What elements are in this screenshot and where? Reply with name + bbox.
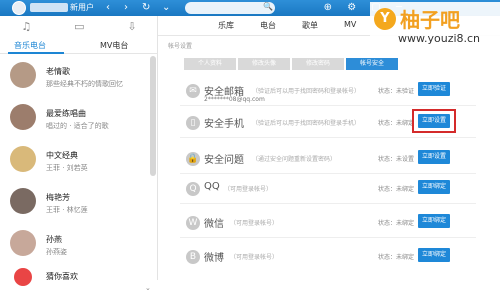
search-icon[interactable]: 🔍 — [263, 2, 273, 11]
list-item-subtitle: 王菲 · 林忆莲 — [46, 206, 88, 214]
nav-playlist[interactable]: 歌单 — [302, 20, 318, 31]
wechat-icon: W — [186, 216, 200, 230]
status-text: 状态：未绑定 — [378, 220, 415, 227]
row-title: 微信 — [204, 219, 224, 230]
watermark-title: 柚子吧 — [400, 8, 460, 32]
user-name[interactable]: 新用户 — [70, 2, 94, 13]
list-item-title: 梅艳芳 — [46, 193, 70, 202]
avatar — [10, 230, 36, 256]
status-text: 状态：未绑定 — [378, 186, 415, 193]
list-item-subtitle: 王菲 · 刘若英 — [46, 164, 88, 172]
chevron-down-icon[interactable]: ⌄ — [162, 2, 170, 13]
verify-email-button[interactable]: 立即验证 — [418, 82, 450, 96]
row-description: （可用登录帐号） — [230, 254, 279, 261]
security-row-question: 🔒 安全问题 （通过安全问题重新设置密码） 状态：未设置 立即设置 — [180, 144, 476, 174]
list-item[interactable]: 老情歌 那些经典不朽的情歌回忆 — [0, 56, 150, 98]
tab-avatar[interactable]: 修改头像 — [238, 58, 290, 70]
user-avatar[interactable] — [12, 1, 26, 15]
list-item[interactable]: 猜你喜欢 — [0, 266, 150, 288]
security-row-weibo: B 微博 （可用登录帐号） 状态：未绑定 立即绑定 — [180, 242, 476, 272]
set-question-button[interactable]: 立即设置 — [418, 150, 450, 164]
row-title: 安全手机 — [204, 119, 244, 130]
music-icon[interactable]: ♫ — [21, 20, 31, 33]
refresh-icon[interactable]: ↻ — [142, 2, 150, 13]
tab-music-radio[interactable]: 音乐电台 — [14, 40, 46, 51]
sidebar-tabs: 音乐电台 MV电台 — [0, 36, 158, 54]
avatar — [10, 146, 36, 172]
row-title: 安全问题 — [204, 155, 244, 166]
row-description: （验证后可以用于找回密码和登录手机） — [252, 120, 361, 127]
list-item-title: 猜你喜欢 — [46, 272, 78, 281]
nav-mv[interactable]: MV — [344, 20, 356, 29]
status-text: 状态：未绑定 — [378, 120, 415, 127]
avatar — [10, 188, 36, 214]
tab-mv-radio[interactable]: MV电台 — [100, 40, 128, 51]
row-description: （通过安全问题重新设置密码） — [252, 156, 337, 163]
security-row-email: ✉ 安全邮箱 （验证后可以用于找回密码和登录帐号） 2*******08@qq.… — [180, 76, 476, 106]
tab-password[interactable]: 修改密码 — [292, 58, 344, 70]
tab-account-security[interactable]: 帐号安全 — [346, 58, 398, 70]
breadcrumb: 帐号设置 — [168, 43, 193, 50]
nav-radio[interactable]: 电台 — [260, 20, 276, 31]
list-item[interactable]: 中文经典 王菲 · 刘若英 — [0, 140, 150, 182]
security-row-phone: ▯ 安全手机 （验证后可以用于找回密码和登录手机） 状态：未绑定 立即设置 — [180, 108, 476, 138]
video-icon[interactable]: ▭ — [74, 20, 84, 33]
download-icon[interactable]: ⇩ — [127, 20, 136, 33]
bind-qq-button[interactable]: 立即绑定 — [418, 180, 450, 194]
list-item[interactable]: 孙燕 孙燕姿 — [0, 224, 150, 266]
watermark-logo-icon: Y — [374, 8, 396, 30]
list-item-subtitle: 那些经典不朽的情歌回忆 — [46, 80, 123, 88]
security-row-qq: Q QQ （可用登录帐号） 状态：未绑定 立即绑定 — [180, 174, 476, 204]
list-item-title: 孙燕 — [46, 235, 62, 244]
list-item[interactable]: 最爱练唱曲 唱过的 · 适合了的歌 — [0, 98, 150, 140]
list-item-title: 中文经典 — [46, 151, 78, 160]
weibo-icon: B — [186, 250, 200, 264]
chevron-down-icon[interactable]: ⌄ — [145, 284, 151, 292]
highlight-box — [412, 109, 456, 133]
status-text: 状态：未绑定 — [378, 254, 415, 261]
tab-profile[interactable]: 个人资料 — [184, 58, 236, 70]
active-tab-underline — [8, 52, 64, 54]
row-title: 微博 — [204, 253, 224, 264]
left-sidebar: ♫ ▭ ⇩ 音乐电台 MV电台 老情歌 那些经典不朽的情歌回忆 最爱练唱曲 唱过… — [0, 16, 158, 292]
search-input[interactable] — [185, 2, 275, 14]
list-item-subtitle: 唱过的 · 适合了的歌 — [46, 122, 109, 130]
heart-icon — [14, 268, 32, 286]
main-content: 乐库 电台 歌单 MV 帐号设置 个人资料 修改头像 修改密码 帐号安全 ✉ 安… — [158, 16, 500, 280]
list-item-title: 最爱练唱曲 — [46, 109, 86, 118]
list-item[interactable]: 梅艳芳 王菲 · 林忆莲 — [0, 182, 150, 224]
status-text: 状态：未验证 — [378, 88, 415, 95]
phone-icon: ▯ — [186, 116, 200, 130]
sidebar-icon-row: ♫ ▭ ⇩ — [0, 16, 158, 36]
list-item-subtitle: 孙燕姿 — [46, 248, 67, 256]
lock-icon: 🔒 — [186, 152, 200, 166]
security-row-wechat: W 微信 （可用登录帐号） 状态：未绑定 立即绑定 — [180, 208, 476, 238]
email-icon: ✉ — [186, 84, 200, 98]
list-item-title: 老情歌 — [46, 67, 70, 76]
row-description: （验证后可以用于找回密码和登录帐号） — [252, 88, 361, 95]
avatar — [10, 62, 36, 88]
qq-icon: Q — [186, 182, 200, 196]
site-watermark: Y 柚子吧 www.youzi8.cn — [370, 2, 500, 50]
row-title: QQ — [204, 181, 220, 192]
back-icon[interactable]: ‹ — [106, 2, 110, 13]
avatar — [10, 104, 36, 130]
status-text: 状态：未设置 — [378, 156, 415, 163]
watermark-url: www.youzi8.cn — [398, 32, 481, 45]
sidebar-scrollbar[interactable] — [150, 56, 156, 176]
email-value: 2*******08@qq.com — [204, 96, 265, 103]
forward-icon[interactable]: › — [124, 2, 128, 13]
settings-tabs: 个人资料 修改头像 修改密码 帐号安全 — [184, 58, 398, 70]
nav-library[interactable]: 乐库 — [218, 20, 234, 31]
bind-weibo-button[interactable]: 立即绑定 — [418, 248, 450, 262]
radio-list: 老情歌 那些经典不朽的情歌回忆 最爱练唱曲 唱过的 · 适合了的歌 中文经典 王… — [0, 56, 150, 288]
row-description: （可用登录帐号） — [224, 186, 273, 193]
bind-wechat-button[interactable]: 立即绑定 — [418, 214, 450, 228]
user-name-redacted — [30, 3, 68, 12]
row-description: （可用登录帐号） — [230, 220, 279, 227]
